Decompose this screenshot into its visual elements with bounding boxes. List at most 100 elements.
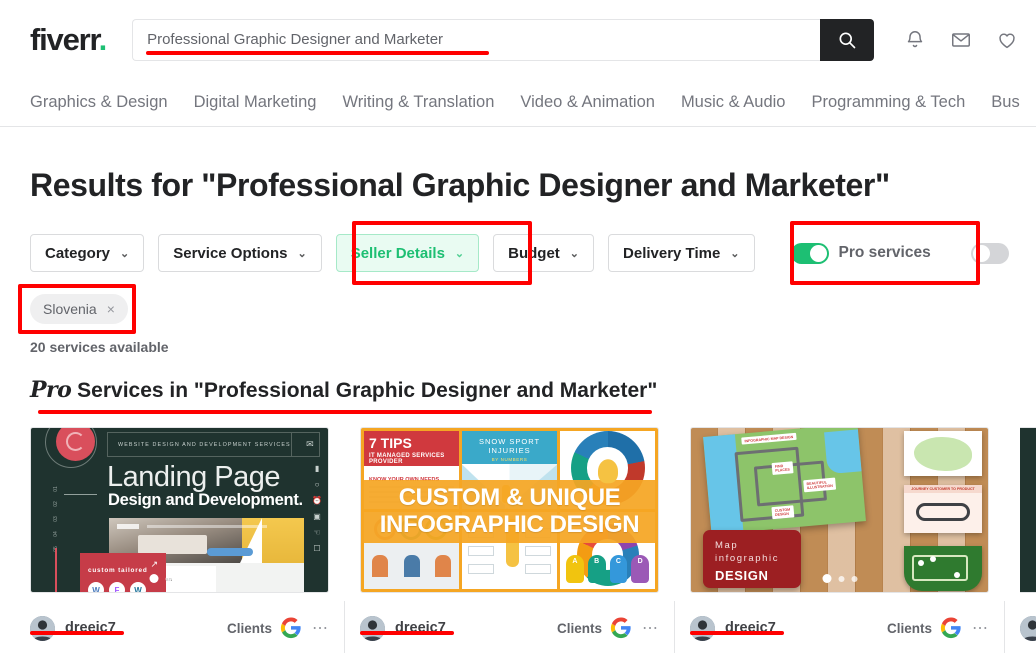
pro-section-heading: Pro Services in "Professional Graphic De…	[30, 377, 657, 403]
avatar-image	[360, 616, 385, 641]
filter-budget[interactable]: Budget ⌄	[493, 234, 594, 272]
annotation-search-underline	[146, 51, 489, 55]
filter-service-options[interactable]: Service Options ⌄	[158, 234, 321, 272]
page-title: Results for "Professional Graphic Design…	[30, 167, 1006, 204]
card-menu-button[interactable]: ⋯	[642, 618, 659, 638]
thumb-headline-band: CUSTOM & UNIQUE INFOGRAPHIC DESIGN	[361, 480, 658, 542]
poster-title: INFOGRAPHIC MAP DESIGN	[741, 433, 796, 445]
messages-icon[interactable]	[950, 29, 972, 51]
main-content: Results for "Professional Graphic Design…	[0, 167, 1036, 650]
category-nav: Graphics & Design Digital Marketing Writ…	[0, 79, 1036, 127]
annotation-seller-underline	[360, 631, 454, 635]
logo-dot: .	[99, 22, 106, 57]
envelope-icon: ✉	[291, 433, 319, 456]
logo-text: fiverr	[30, 22, 99, 57]
thumb-subtitle: Design and Development.	[108, 491, 303, 510]
clients-label: Clients	[557, 621, 602, 636]
gig-thumbnail[interactable]: INFOGRAPHIC MAP DESIGN FINDPLACES BEAUTI…	[690, 427, 989, 593]
card-divider	[674, 601, 675, 653]
thumbnail-infographic: 7 TIPS IT MANAGED SERVICES PROVIDER KNOW…	[361, 428, 658, 592]
arrow-up-right-icon: ↗	[150, 559, 158, 570]
filter-chip-slovenia[interactable]: Slovenia ×	[30, 294, 128, 324]
filter-budget-label: Budget	[508, 245, 560, 262]
gig-card: INFOGRAPHIC MAP DESIGN FINDPLACES BEAUTI…	[690, 427, 989, 650]
avatar[interactable]	[360, 616, 385, 641]
avatar-image	[30, 616, 55, 641]
nav-item-programming-tech[interactable]: Programming & Tech	[812, 93, 966, 112]
fiverr-logo[interactable]: fiverr.	[30, 22, 106, 58]
thumb-topbar: WEBSITE DESIGN AND DEVELOPMENT SERVICES …	[107, 432, 320, 457]
favorites-icon[interactable]	[996, 29, 1018, 51]
search-bar	[132, 19, 874, 61]
thumb-headline-line2: INFOGRAPHIC DESIGN	[380, 512, 639, 539]
annotation-seller-underline	[690, 631, 784, 635]
gig-thumbnail-partial[interactable]	[1020, 427, 1036, 593]
gig-thumbnail[interactable]: WEBSITE DESIGN AND DEVELOPMENT SERVICES …	[30, 427, 329, 593]
pro-services-toggle-group[interactable]: Pro services	[791, 243, 931, 264]
annotation-pro-heading-underline	[38, 410, 652, 414]
thumb-badge-text: custom tailored	[88, 567, 148, 574]
thumb-title: Landing Page	[107, 461, 280, 494]
notifications-icon[interactable]	[904, 29, 926, 51]
results-count: 20 services available	[30, 339, 1006, 355]
card-menu-button[interactable]: ⋯	[312, 618, 329, 638]
nav-item-business[interactable]: Bus	[991, 93, 1019, 112]
pro-badge-text: Pro	[30, 377, 71, 403]
filter-service-options-label: Service Options	[173, 245, 287, 262]
thumb-topbar-text: WEBSITE DESIGN AND DEVELOPMENT SERVICES	[108, 442, 291, 448]
thumb-ruler: 0102 0304 05	[53, 486, 59, 552]
thumb-card-line2: infographic	[715, 553, 801, 566]
gig-card: WEBSITE DESIGN AND DEVELOPMENT SERVICES …	[30, 427, 329, 650]
close-icon[interactable]: ×	[107, 301, 115, 317]
seller-row: dreejc7 Clients ⋯	[360, 606, 659, 650]
card-divider	[1004, 601, 1005, 653]
seller-row: dreejc7 Clients ⋯	[690, 606, 989, 650]
thumbnail-carousel-dots[interactable]	[149, 574, 210, 583]
search-input[interactable]	[147, 31, 806, 48]
thumb-headline-line1: CUSTOM & UNIQUE	[399, 485, 621, 512]
secondary-toggle[interactable]	[971, 243, 1009, 264]
chevron-down-icon: ⌄	[730, 247, 739, 260]
pro-services-toggle[interactable]	[791, 243, 829, 264]
pro-services-label: Pro services	[839, 244, 931, 262]
header-icon-group	[904, 29, 1018, 51]
avatar[interactable]	[30, 616, 55, 641]
filter-delivery-time-label: Delivery Time	[623, 245, 720, 262]
avatar[interactable]	[690, 616, 715, 641]
avatar-image	[690, 616, 715, 641]
google-logo-icon	[280, 617, 302, 639]
seller-row-partial	[1020, 606, 1036, 650]
nav-item-writing-translation[interactable]: Writing & Translation	[342, 93, 494, 112]
seller-row: dreejc7 Clients ⋯	[30, 606, 329, 650]
clients-label: Clients	[887, 621, 932, 636]
gig-thumbnail[interactable]: 7 TIPS IT MANAGED SERVICES PROVIDER KNOW…	[360, 427, 659, 593]
chevron-down-icon: ⌄	[120, 247, 129, 260]
search-button[interactable]	[820, 19, 874, 61]
chevron-down-icon: ⌄	[455, 247, 464, 260]
chevron-down-icon: ⌄	[297, 247, 306, 260]
thumbnail-carousel-dots[interactable]	[822, 574, 857, 583]
filter-bar: Category ⌄ Service Options ⌄ Seller Deta…	[30, 234, 1006, 272]
filter-delivery-time[interactable]: Delivery Time ⌄	[608, 234, 755, 272]
thumb-badge: custom tailored ↗ W F W	[80, 553, 166, 592]
tile-sub: BY NUMBERS	[462, 457, 557, 462]
filter-category[interactable]: Category ⌄	[30, 234, 144, 272]
thumb-title-card: Map infographic DESIGN	[703, 530, 801, 588]
nav-item-graphics-design[interactable]: Graphics & Design	[30, 93, 168, 112]
nav-item-video-animation[interactable]: Video & Animation	[520, 93, 655, 112]
thumbnail-landing-page: WEBSITE DESIGN AND DEVELOPMENT SERVICES …	[31, 428, 328, 592]
gig-card: 7 TIPS IT MANAGED SERVICES PROVIDER KNOW…	[360, 427, 659, 650]
card-menu-button[interactable]: ⋯	[972, 618, 989, 638]
avatar[interactable]	[1020, 616, 1036, 641]
active-filter-chips: Slovenia ×	[30, 294, 1006, 326]
thumb-side-icons: ▮○⏰▣☜☐	[312, 464, 322, 553]
nav-item-music-audio[interactable]: Music & Audio	[681, 93, 786, 112]
nav-item-digital-marketing[interactable]: Digital Marketing	[194, 93, 317, 112]
annotation-seller-underline	[30, 631, 124, 635]
google-logo-icon	[610, 617, 632, 639]
filter-seller-details[interactable]: Seller Details ⌄	[336, 234, 479, 272]
filter-seller-details-label: Seller Details	[351, 245, 445, 262]
clients-label: Clients	[227, 621, 272, 636]
search-input-wrapper[interactable]	[132, 19, 820, 61]
pro-heading-rest: Services in "Professional Graphic Design…	[77, 379, 657, 402]
